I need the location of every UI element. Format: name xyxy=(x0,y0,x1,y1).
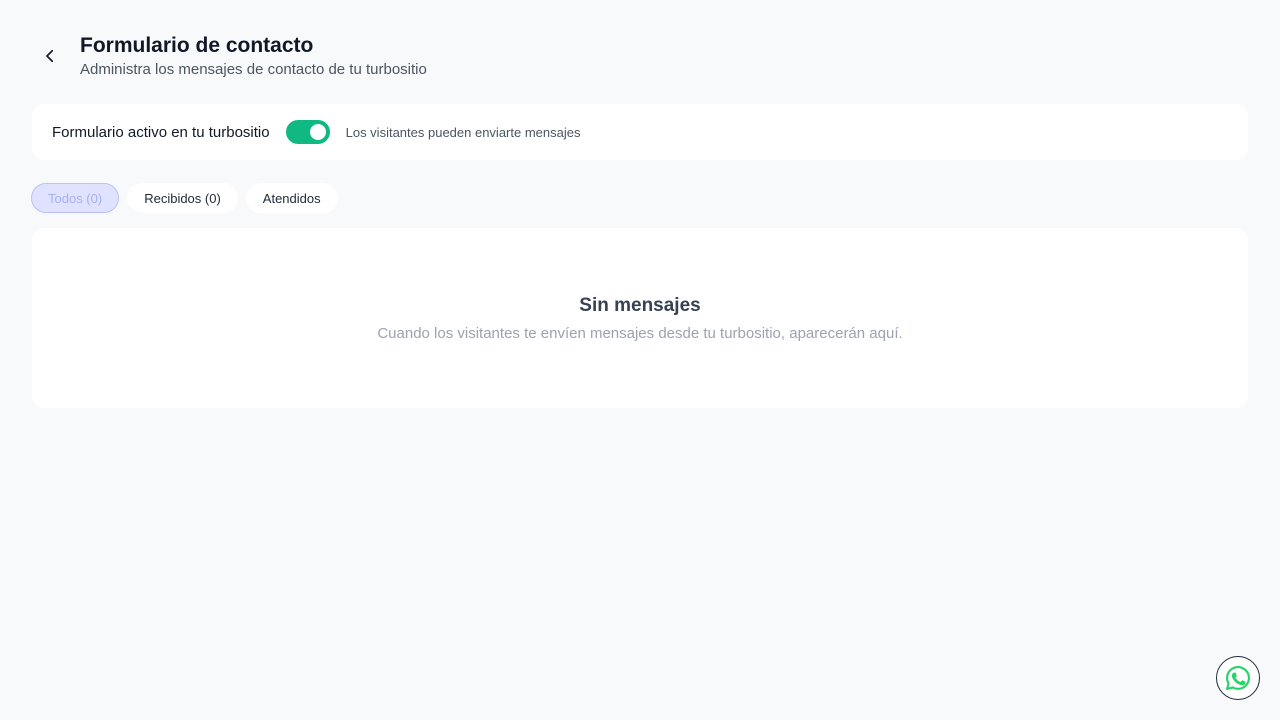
form-status-card: Formulario activo en tu turbositio Los v… xyxy=(32,104,1248,160)
tab-todos[interactable]: Todos (0) xyxy=(31,183,120,213)
tab-recibidos[interactable]: Recibidos (0) xyxy=(127,183,238,213)
tab-atendidos[interactable]: Atendidos xyxy=(245,183,338,213)
messages-empty-state: Sin mensajes Cuando los visitantes te en… xyxy=(32,228,1248,408)
page-header: Formulario de contacto Administra los me… xyxy=(32,30,427,80)
empty-state-title: Sin mensajes xyxy=(579,294,701,316)
form-active-toggle[interactable] xyxy=(285,120,330,144)
form-active-label: Formulario activo en tu turbositio xyxy=(52,123,270,141)
chevron-left-icon xyxy=(46,49,54,63)
whatsapp-icon xyxy=(1226,666,1250,690)
empty-state-text: Cuando los visitantes te envíen mensajes… xyxy=(377,324,903,342)
whatsapp-button[interactable] xyxy=(1216,656,1260,700)
page-subtitle: Administra los mensajes de contacto de t… xyxy=(80,61,427,78)
back-button[interactable] xyxy=(32,38,68,74)
message-filter-tabs: Todos (0) Recibidos (0) Atendidos xyxy=(31,183,338,213)
toggle-knob xyxy=(309,124,326,140)
form-active-hint: Los visitantes pueden enviarte mensajes xyxy=(345,124,581,140)
page-title: Formulario de contacto xyxy=(80,34,314,57)
